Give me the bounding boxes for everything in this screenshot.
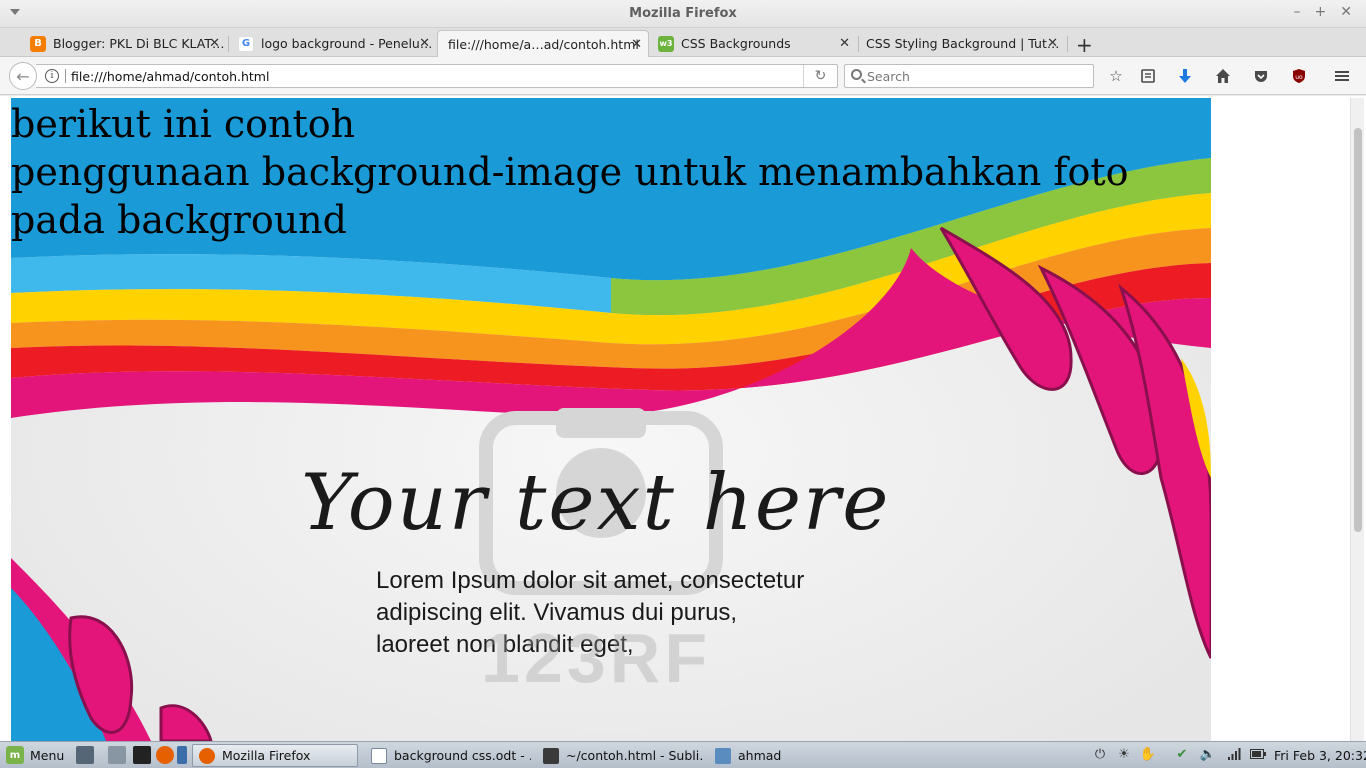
- minimize-icon[interactable]: –: [1294, 4, 1301, 20]
- tab-css-styling[interactable]: CSS Styling Background | Tut… ✕: [858, 30, 1064, 57]
- tab-label: CSS Backgrounds: [681, 36, 791, 51]
- page-text-line: berikut ini contoh: [11, 102, 356, 146]
- update-manager-icon[interactable]: ✔: [1174, 746, 1190, 762]
- task-label: background css.odt - …: [394, 748, 531, 763]
- search-input[interactable]: [867, 67, 1087, 85]
- firefox-icon: [199, 747, 215, 764]
- task-label: Mozilla Firefox: [222, 748, 311, 763]
- image-body-line: Lorem Ipsum dolor sit amet, consectetur: [376, 567, 805, 594]
- tab-blogger[interactable]: B Blogger: PKL Di BLC KLAT… ✕: [22, 30, 226, 57]
- power-icon[interactable]: ⏻: [1092, 746, 1108, 762]
- pocket-icon[interactable]: [1251, 66, 1271, 86]
- image-watermark: 123RF: [481, 619, 712, 697]
- tab-css-backgrounds[interactable]: w3 CSS Backgrounds ✕: [650, 30, 856, 57]
- ublock-icon[interactable]: uo: [1289, 66, 1309, 86]
- folder-icon: [715, 747, 731, 764]
- tab-contoh-html[interactable]: file:///home/a…ad/contoh.html ✕: [437, 30, 649, 57]
- sublime-launcher-icon[interactable]: [177, 746, 187, 764]
- page-text: berikut ini contoh penggunaan background…: [11, 100, 1211, 244]
- w3schools-icon: w3: [658, 35, 674, 52]
- tab-label: Blogger: PKL Di BLC KLAT…: [53, 36, 225, 51]
- close-tab-icon[interactable]: ✕: [209, 36, 220, 51]
- document-icon: [371, 747, 387, 764]
- home-icon[interactable]: [1213, 66, 1233, 86]
- maximize-icon[interactable]: +: [1315, 4, 1327, 20]
- back-arrow-icon: ←: [16, 66, 30, 86]
- window-titlebar: Mozilla Firefox – + ✕: [0, 0, 1366, 28]
- back-button[interactable]: ←: [9, 62, 37, 90]
- google-icon: G: [238, 35, 254, 52]
- navigation-bar: i file:///home/ahmad/contoh.html ↻ ← ☆ u…: [0, 57, 1366, 95]
- svg-text:uo: uo: [1295, 74, 1303, 81]
- task-writer[interactable]: background css.odt - …: [365, 744, 531, 767]
- reload-icon[interactable]: ↻: [803, 65, 837, 87]
- bookmark-star-icon[interactable]: ☆: [1106, 66, 1126, 86]
- close-tab-icon[interactable]: ✕: [631, 37, 642, 52]
- volume-icon[interactable]: 🔈: [1200, 746, 1216, 762]
- firefox-launcher-icon[interactable]: [156, 746, 174, 764]
- close-window-icon[interactable]: ✕: [1340, 4, 1352, 20]
- tab-label: logo background - Penelu…: [261, 36, 433, 51]
- search-bar[interactable]: [844, 64, 1094, 88]
- linux-mint-icon: m: [6, 746, 24, 764]
- clock[interactable]: Fri Feb 3, 20:32: [1274, 748, 1366, 763]
- redshift-icon[interactable]: ✋: [1140, 746, 1156, 762]
- vertical-scrollbar[interactable]: [1350, 98, 1364, 741]
- downloads-icon[interactable]: [1175, 66, 1195, 86]
- task-label: ~/contoh.html - Subli…: [566, 748, 703, 763]
- network-signal-icon[interactable]: [1226, 746, 1242, 762]
- url-text[interactable]: file:///home/ahmad/contoh.html: [71, 69, 269, 84]
- image-heading: Your text here: [301, 458, 891, 548]
- show-desktop-icon[interactable]: [76, 746, 94, 764]
- task-sublime[interactable]: ~/contoh.html - Subli…: [537, 744, 703, 767]
- page-text-line: pada background: [11, 198, 347, 242]
- close-tab-icon[interactable]: ✕: [839, 36, 850, 51]
- task-files[interactable]: ahmad: [709, 744, 875, 767]
- search-icon: [851, 69, 862, 80]
- task-label: ahmad: [738, 748, 782, 763]
- url-bar[interactable]: i file:///home/ahmad/contoh.html ↻: [36, 64, 838, 88]
- battery-icon[interactable]: [1250, 746, 1266, 762]
- tab-label: file:///home/a…ad/contoh.html: [448, 36, 639, 52]
- close-tab-icon[interactable]: ✕: [1047, 36, 1058, 51]
- brightness-icon[interactable]: ☀: [1116, 746, 1132, 762]
- page-content: Your text here Lorem Ipsum dolor sit ame…: [0, 96, 1366, 741]
- tab-google-search[interactable]: G logo background - Penelu… ✕: [230, 30, 436, 57]
- reading-list-icon[interactable]: [1138, 66, 1158, 86]
- start-menu-button[interactable]: m Menu: [6, 746, 64, 764]
- close-tab-icon[interactable]: ✕: [419, 36, 430, 51]
- menu-label: Menu: [30, 747, 65, 763]
- site-info-icon[interactable]: i: [45, 69, 59, 83]
- blogger-icon: B: [30, 35, 46, 52]
- tab-label: CSS Styling Background | Tut…: [866, 36, 1060, 51]
- new-tab-button[interactable]: +: [1076, 33, 1093, 57]
- window-title: Mozilla Firefox: [629, 6, 737, 21]
- sublime-icon: [543, 747, 559, 764]
- page-text-line: penggunaan background-image untuk menamb…: [11, 150, 1129, 194]
- terminal-launcher-icon[interactable]: [133, 746, 151, 764]
- task-firefox[interactable]: Mozilla Firefox: [192, 744, 358, 767]
- hamburger-menu-icon[interactable]: [1332, 66, 1352, 86]
- taskbar: m Menu Mozilla Firefox background css.od…: [0, 741, 1366, 768]
- scrollbar-thumb[interactable]: [1354, 128, 1362, 532]
- tab-bar: B Blogger: PKL Di BLC KLAT… ✕ G logo bac…: [0, 28, 1366, 57]
- file-manager-launcher-icon[interactable]: [108, 746, 126, 764]
